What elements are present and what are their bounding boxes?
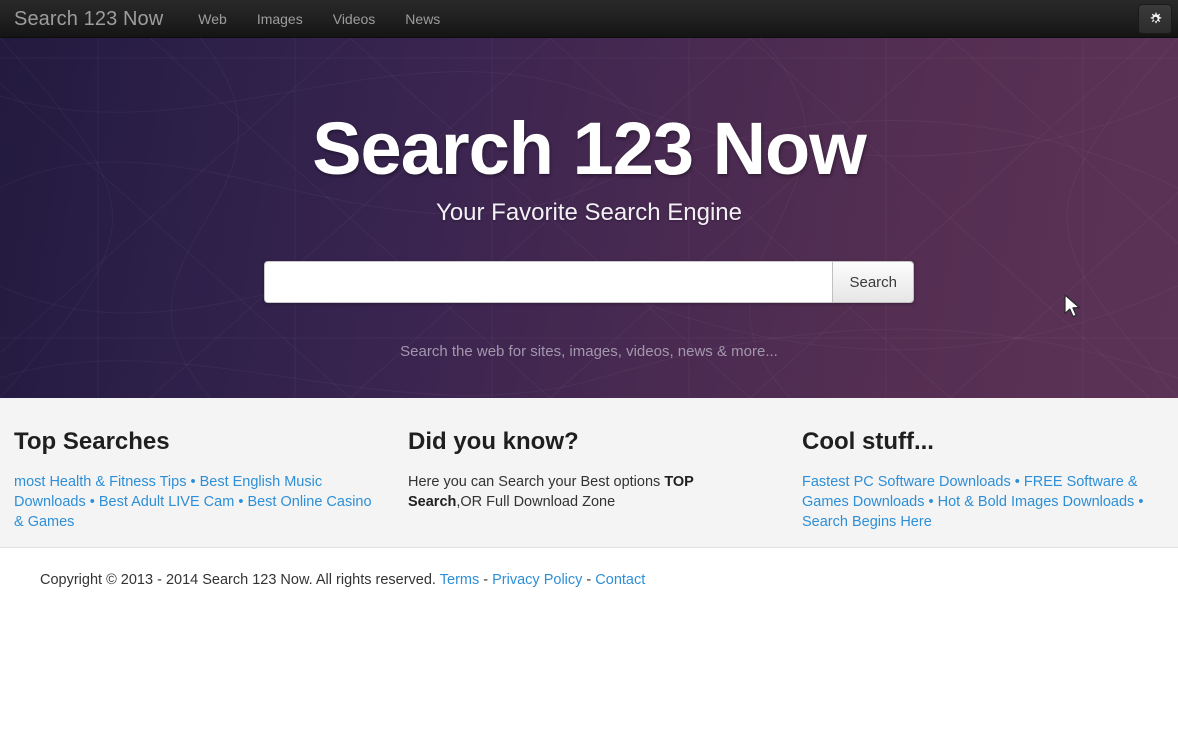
nav-item-images[interactable]: Images (242, 0, 318, 38)
search-input[interactable] (264, 261, 833, 303)
link-separator: • (1138, 494, 1144, 510)
top-navbar: Search 123 Now Web Images Videos News (0, 0, 1178, 38)
column-title: Cool stuff... (802, 428, 934, 455)
nav-links: Web Images Videos News (183, 0, 455, 38)
cool-stuff-link-4[interactable]: Search Begins Here (802, 514, 932, 530)
copyright-text: Copyright © 2013 - 2014 Search 123 Now. … (40, 572, 436, 588)
link-separator: • (89, 494, 95, 510)
page-title: Search 123 Now (312, 107, 867, 190)
nav-item-videos[interactable]: Videos (318, 0, 391, 38)
column-title: Top Searches (14, 428, 170, 455)
info-columns: Top Searches most Health & Fitness Tips … (0, 398, 1178, 548)
footer-link-terms[interactable]: Terms (440, 572, 479, 588)
link-separator: • (1014, 474, 1020, 490)
column-top-searches: Top Searches most Health & Fitness Tips … (14, 428, 408, 530)
link-separator: • (190, 474, 196, 490)
footer-link-contact[interactable]: Contact (595, 572, 645, 588)
search-form: Search (264, 261, 914, 303)
search-button[interactable]: Search (832, 261, 914, 303)
link-separator: • (238, 494, 244, 510)
dyk-text-after: ,OR Full Download Zone (456, 494, 616, 510)
top-search-link-1[interactable]: most Health & Fitness Tips (14, 474, 186, 490)
nav-item-web[interactable]: Web (183, 0, 242, 38)
nav-item-news[interactable]: News (390, 0, 455, 38)
column-text: Here you can Search your Best options TO… (408, 472, 770, 512)
top-search-link-3[interactable]: Best Adult LIVE Cam (99, 494, 234, 510)
footer-separator: - (483, 572, 489, 588)
hero-section: Search 123 Now Your Favorite Search Engi… (0, 38, 1178, 398)
column-title: Did you know? (408, 428, 579, 455)
column-cool-stuff: Cool stuff... Fastest PC Software Downlo… (802, 428, 1164, 530)
link-separator: • (928, 494, 934, 510)
footer-separator: - (586, 572, 592, 588)
gear-icon (1148, 12, 1163, 27)
footer-link-privacy-policy[interactable]: Privacy Policy (492, 572, 582, 588)
cool-stuff-link-1[interactable]: Fastest PC Software Downloads (802, 474, 1011, 490)
hero-content: Search 123 Now Your Favorite Search Engi… (0, 38, 1178, 362)
column-links: Fastest PC Software Downloads • FREE Sof… (802, 472, 1164, 532)
cool-stuff-link-3[interactable]: Hot & Bold Images Downloads (938, 494, 1135, 510)
page-subtitle: Your Favorite Search Engine (436, 199, 742, 226)
search-hint: Search the web for sites, images, videos… (400, 343, 778, 360)
column-links: most Health & Fitness Tips • Best Englis… (14, 472, 376, 532)
column-did-you-know: Did you know? Here you can Search your B… (408, 428, 802, 523)
dyk-text-before: Here you can Search your Best options (408, 474, 665, 490)
footer: Copyright © 2013 - 2014 Search 123 Now. … (0, 548, 1178, 590)
brand-logo[interactable]: Search 123 Now (8, 0, 175, 38)
settings-button[interactable] (1138, 4, 1172, 34)
